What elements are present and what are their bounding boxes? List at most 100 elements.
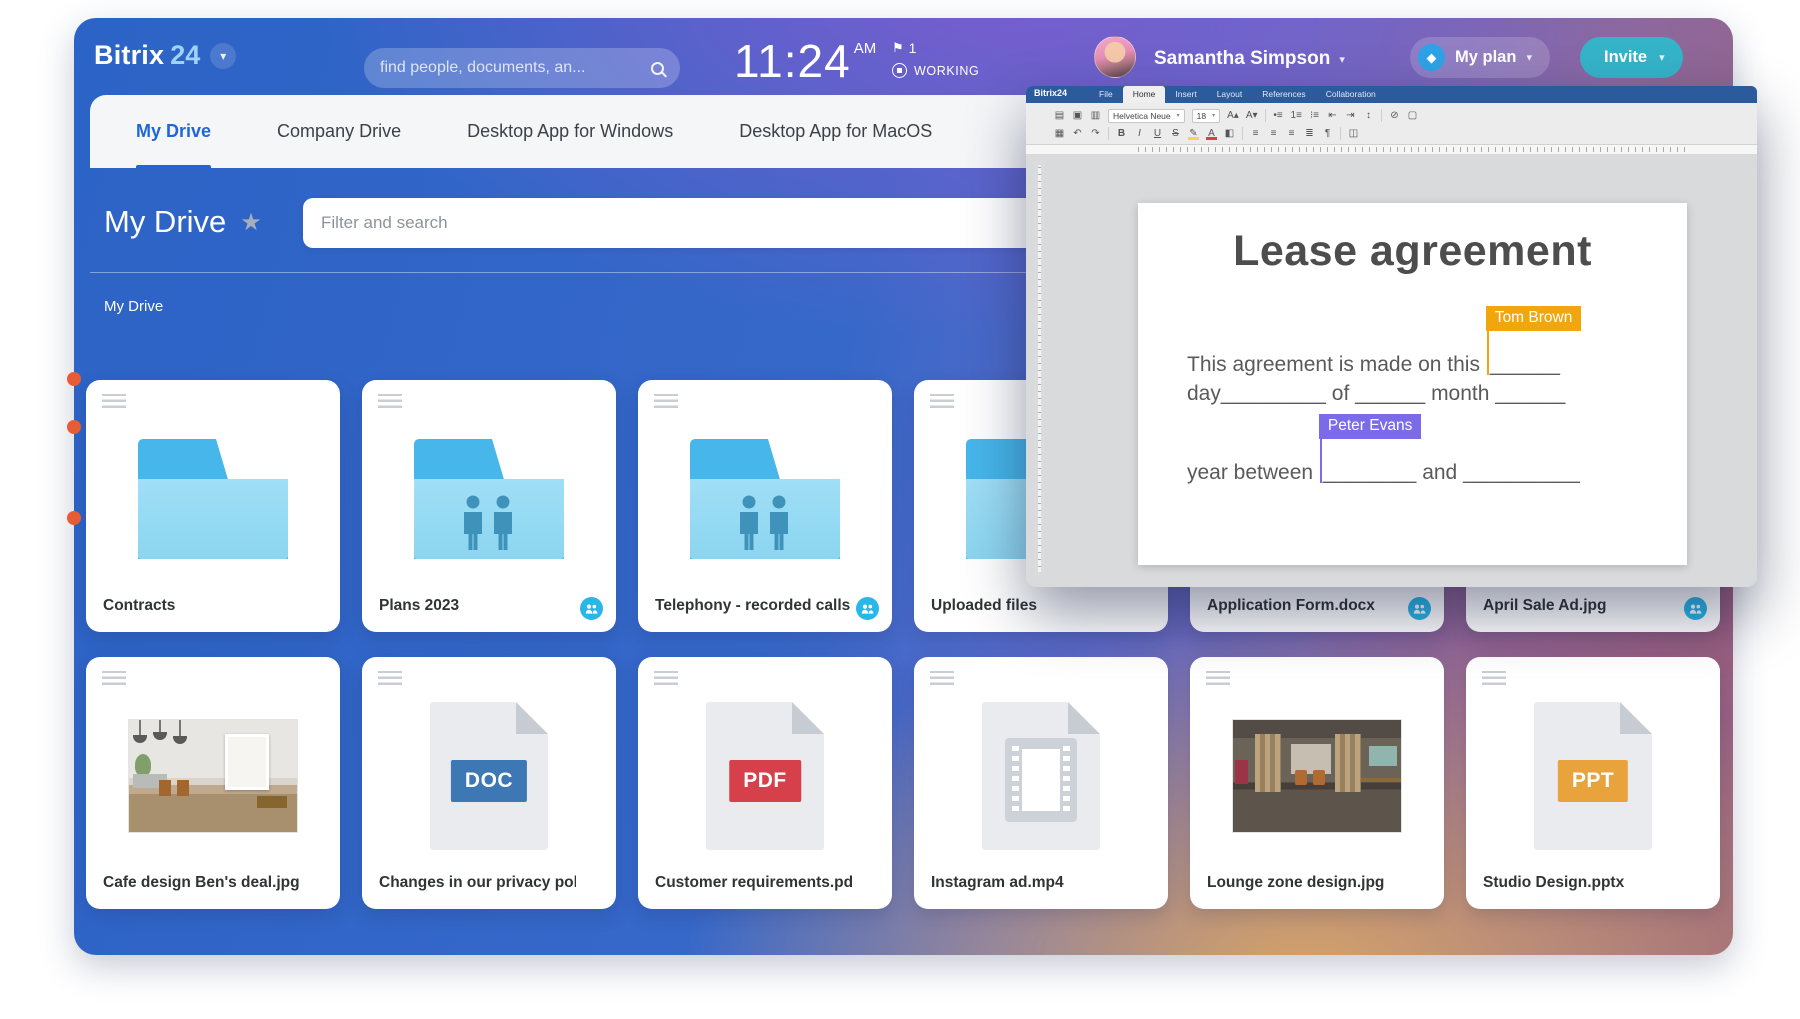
menu-references[interactable]: References xyxy=(1252,86,1315,103)
card-instagram-ad[interactable]: Instagram ad.mp4 xyxy=(914,657,1168,909)
fill-color-icon[interactable]: ◧ xyxy=(1224,128,1235,140)
card-menu-icon[interactable] xyxy=(930,394,954,408)
card-label: Lounge zone design.jpg xyxy=(1207,874,1404,892)
drive-title-row: My Drive ★ xyxy=(104,204,262,240)
card-menu-icon[interactable] xyxy=(102,394,126,408)
font-family-select[interactable]: Helvetica Neue▾ xyxy=(1108,109,1185,123)
bold-icon[interactable]: B xyxy=(1116,128,1127,140)
menu-home[interactable]: Home xyxy=(1123,86,1166,103)
editor-menu: File Home Insert Layout References Colla… xyxy=(1089,86,1386,103)
card-label: Changes in our privacy poli... xyxy=(379,874,576,892)
chevron-down-icon: ▾ xyxy=(1177,112,1180,119)
card-lounge-zone[interactable]: Lounge zone design.jpg xyxy=(1190,657,1444,909)
chevron-down-icon: ▾ xyxy=(1526,51,1532,64)
card-privacy-changes[interactable]: DOC Changes in our privacy poli... xyxy=(362,657,616,909)
flag-counter[interactable]: ⚑ 1 xyxy=(892,40,979,56)
menu-collaboration[interactable]: Collaboration xyxy=(1316,86,1386,103)
user-menu[interactable]: Samantha Simpson ▾ xyxy=(1154,48,1345,70)
strikethrough-icon[interactable]: S xyxy=(1170,128,1181,140)
card-label: Contracts xyxy=(103,597,300,615)
copy-icon[interactable]: ▣ xyxy=(1072,110,1083,122)
paste-icon[interactable]: ▥ xyxy=(1090,110,1101,122)
chevron-down-icon[interactable]: ▾ xyxy=(210,43,236,69)
shrink-font-icon[interactable]: A▾ xyxy=(1246,110,1258,122)
card-menu-icon[interactable] xyxy=(654,394,678,408)
chevron-down-icon: ▾ xyxy=(1212,112,1215,119)
align-center-icon[interactable]: ≡ xyxy=(1268,128,1279,140)
grow-font-icon[interactable]: A▴ xyxy=(1227,110,1239,122)
card-menu-icon[interactable] xyxy=(102,671,126,685)
decrease-indent-icon[interactable]: ⇤ xyxy=(1327,110,1338,122)
film-strip-icon xyxy=(1005,738,1077,822)
card-studio-design[interactable]: PPT Studio Design.pptx xyxy=(1466,657,1720,909)
flag-count: 1 xyxy=(909,40,917,56)
tab-my-drive[interactable]: My Drive xyxy=(136,95,211,168)
numbered-list-icon[interactable]: 1≡ xyxy=(1291,110,1302,122)
flag-icon: ⚑ xyxy=(892,40,904,56)
print-icon[interactable]: ▤ xyxy=(1054,110,1065,122)
document-line-1: This agreement is made on this Tom Brown… xyxy=(1187,351,1657,377)
card-menu-icon[interactable] xyxy=(378,394,402,408)
tab-desktop-app-windows[interactable]: Desktop App for Windows xyxy=(467,95,673,168)
editor-document-area: Lease agreement This agreement is made o… xyxy=(1026,156,1757,587)
card-menu-icon[interactable] xyxy=(1482,671,1506,685)
card-menu-icon[interactable] xyxy=(930,671,954,685)
breadcrumb[interactable]: My Drive xyxy=(104,298,163,315)
highlight-icon[interactable]: ✎ xyxy=(1188,128,1199,140)
page-title: My Drive xyxy=(104,204,226,240)
page-color-icon[interactable]: ▢ xyxy=(1407,110,1418,122)
shared-badge-icon xyxy=(856,597,879,620)
video-file-icon xyxy=(982,702,1100,850)
card-label: Instagram ad.mp4 xyxy=(931,874,1128,892)
vertical-ruler[interactable] xyxy=(1035,162,1044,575)
tab-company-drive[interactable]: Company Drive xyxy=(277,95,401,168)
menu-file[interactable]: File xyxy=(1089,86,1123,103)
font-size-select[interactable]: 18▾ xyxy=(1192,109,1220,123)
favorite-star-icon[interactable]: ★ xyxy=(240,208,262,237)
card-cafe-design[interactable]: Cafe design Ben's deal.jpg xyxy=(86,657,340,909)
tab-desktop-app-macos[interactable]: Desktop App for MacOS xyxy=(739,95,932,168)
underline-icon[interactable]: U xyxy=(1152,128,1163,140)
photo-lounge-interior xyxy=(1232,719,1402,833)
search-icon[interactable] xyxy=(651,62,664,75)
line-spacing-icon[interactable]: ↕ xyxy=(1363,110,1374,122)
clear-format-icon[interactable]: ⊘ xyxy=(1389,110,1400,122)
increase-indent-icon[interactable]: ⇥ xyxy=(1345,110,1356,122)
notification-dot xyxy=(67,372,81,386)
horizontal-ruler[interactable] xyxy=(1026,145,1757,155)
my-plan-button[interactable]: ◆ My plan ▾ xyxy=(1410,37,1550,78)
font-color-icon[interactable]: A xyxy=(1206,128,1217,140)
multilevel-list-icon[interactable]: ⁝≡ xyxy=(1309,110,1320,122)
undo-icon[interactable]: ↶ xyxy=(1072,128,1083,140)
bitrix-logo[interactable]: Bitrix 24 ▾ xyxy=(94,40,236,71)
align-right-icon[interactable]: ≡ xyxy=(1286,128,1297,140)
working-toggle[interactable]: WORKING xyxy=(892,63,979,78)
card-telephony-recorded-calls[interactable]: Telephony - recorded calls xyxy=(638,380,892,632)
card-menu-icon[interactable] xyxy=(378,671,402,685)
card-contracts[interactable]: Contracts xyxy=(86,380,340,632)
menu-insert[interactable]: Insert xyxy=(1165,86,1206,103)
card-menu-icon[interactable] xyxy=(654,671,678,685)
card-customer-requirements[interactable]: PDF Customer requirements.pdf xyxy=(638,657,892,909)
redo-icon[interactable]: ↷ xyxy=(1090,128,1101,140)
card-label: Telephony - recorded calls xyxy=(655,597,852,615)
align-left-icon[interactable]: ≡ xyxy=(1250,128,1261,140)
document-page[interactable]: Lease agreement This agreement is made o… xyxy=(1138,203,1687,565)
bullet-list-icon[interactable]: •≡ xyxy=(1273,110,1284,122)
user-avatar[interactable] xyxy=(1094,36,1136,78)
clipboard-icon[interactable]: ▦ xyxy=(1054,128,1065,140)
italic-icon[interactable]: I xyxy=(1134,128,1145,140)
menu-layout[interactable]: Layout xyxy=(1207,86,1253,103)
top-header: Bitrix 24 ▾ 11:24 AM ⚑ 1 WORKING Samanth… xyxy=(74,18,1733,96)
work-clock: 11:24 AM xyxy=(734,34,876,88)
pdf-file-icon: PDF xyxy=(706,702,824,850)
invite-button[interactable]: Invite ▾ xyxy=(1580,37,1683,78)
document-line-3: year between Peter Evans________ and ___… xyxy=(1187,459,1657,485)
card-plans-2023[interactable]: Plans 2023 xyxy=(362,380,616,632)
pilcrow-icon[interactable]: ¶ xyxy=(1322,128,1333,140)
shared-folder-icon xyxy=(690,439,840,559)
card-menu-icon[interactable] xyxy=(1206,671,1230,685)
image-icon[interactable]: ◫ xyxy=(1348,128,1359,140)
global-search-input[interactable] xyxy=(380,59,651,77)
justify-icon[interactable]: ≣ xyxy=(1304,128,1315,140)
